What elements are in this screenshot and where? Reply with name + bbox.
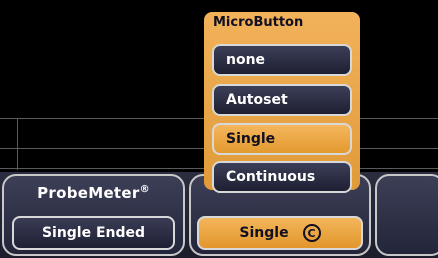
menu-title: MicroButton xyxy=(213,15,304,30)
microbutton-value-button[interactable]: Single C xyxy=(197,216,363,250)
probemeter-title: ProbeMeter® xyxy=(37,184,150,202)
grid-line xyxy=(17,118,18,170)
menu-item-autoset[interactable]: Autoset xyxy=(212,84,352,116)
menu-item-continuous[interactable]: Continuous xyxy=(212,161,352,193)
menu-item-label: Autoset xyxy=(226,92,288,108)
probemeter-value-button[interactable]: Single Ended xyxy=(12,216,175,250)
menu-item-label: Continuous xyxy=(226,169,316,185)
screen: ProbeMeter® Single Ended Single C MicroB… xyxy=(0,0,438,258)
menu-item-single[interactable]: Single xyxy=(212,123,352,155)
softkey-right[interactable] xyxy=(375,174,438,256)
continuous-mode-icon: C xyxy=(302,224,321,242)
probemeter-softkey[interactable]: ProbeMeter® Single Ended xyxy=(2,174,185,256)
probemeter-value: Single Ended xyxy=(41,225,146,241)
menu-item-label: none xyxy=(226,52,266,68)
menu-item-label: Single xyxy=(226,131,276,147)
menu-item-none[interactable]: none xyxy=(212,44,352,76)
microbutton-value: Single xyxy=(239,225,289,241)
